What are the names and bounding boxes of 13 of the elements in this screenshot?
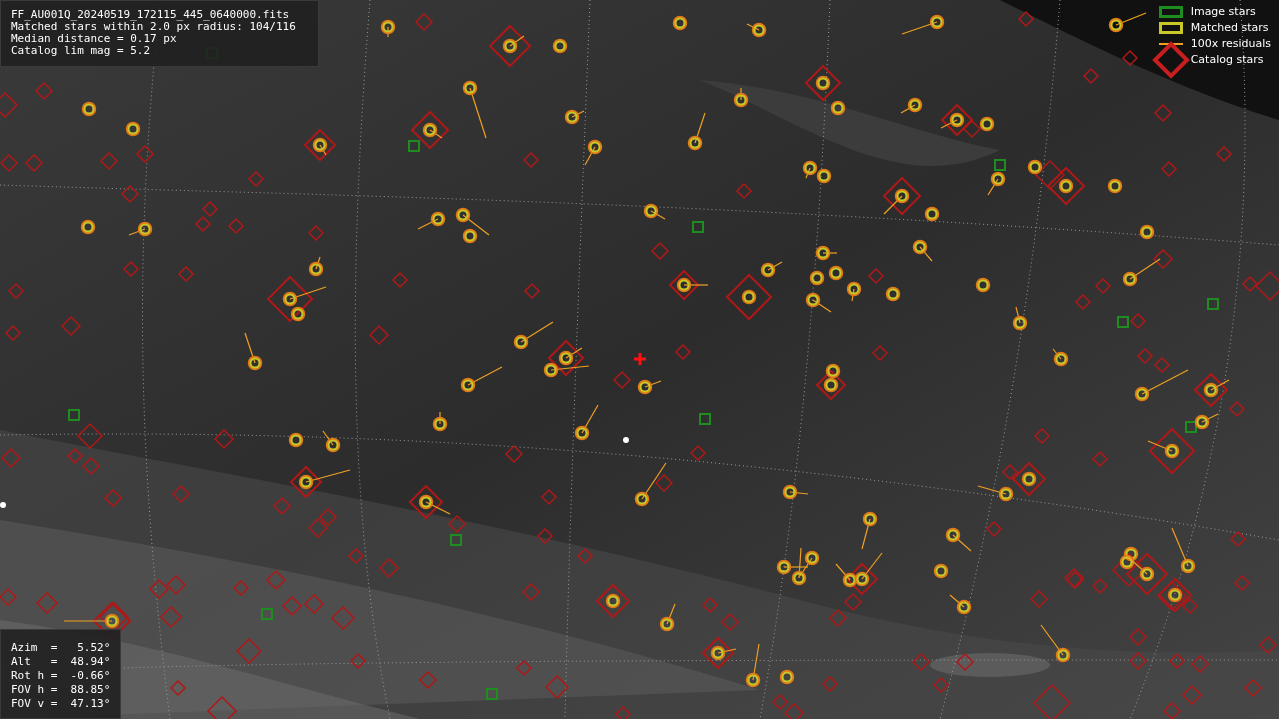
info-line: Median distance = 0.17 px [11, 33, 178, 45]
pointing-line: Azim = 5.52° [11, 641, 110, 655]
info-line: FF_AU001Q_20240519_172115_445_0640000.fits [11, 9, 291, 21]
pointing-line: FOV v = 47.13° [11, 697, 110, 711]
info-line: Catalog lim mag = 5.2 [11, 45, 152, 57]
pointing-line: FOV h = 88.85° [11, 683, 110, 697]
legend-label: Image stars [1190, 6, 1256, 18]
pointing-line: Rot h = -0.66° [11, 669, 110, 683]
pointing-line: Alt = 48.94° [11, 655, 110, 669]
info-line: Matched stars within 2.0 px radius: 104/116 [11, 21, 297, 33]
legend-label: Catalog stars [1190, 54, 1264, 66]
legend-label: Matched stars [1190, 22, 1269, 34]
legend-label: 100x residuals [1190, 38, 1271, 50]
